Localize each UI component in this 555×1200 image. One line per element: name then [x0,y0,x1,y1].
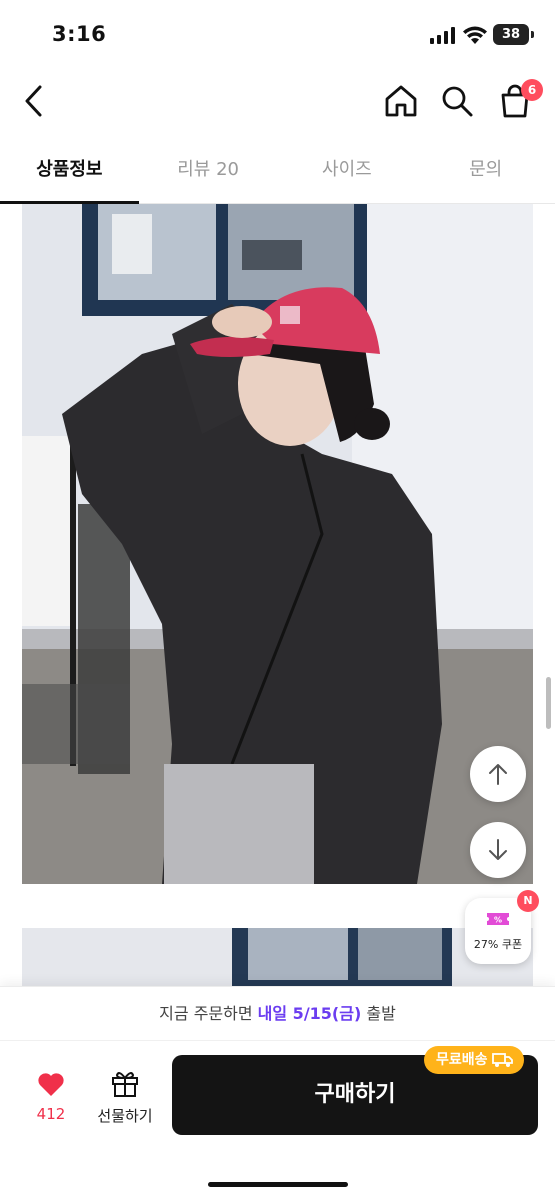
wifi-icon [463,26,487,44]
arrow-up-icon [489,764,507,785]
like-button[interactable]: 412 [20,1071,82,1131]
like-count: 412 [36,1105,66,1123]
product-photo [22,204,533,884]
free-shipping-badge: 무료배송 [424,1046,524,1074]
home-icon[interactable] [382,82,420,120]
gift-icon [112,1072,138,1097]
free-shipping-label: 무료배송 [436,1052,488,1068]
scroll-bottom-button[interactable] [470,822,526,878]
gift-label: 선물하기 [97,1107,153,1125]
shipping-date: 내일 5/15(금) [257,1004,362,1023]
tab-inquiry[interactable]: 문의 [416,142,555,203]
back-icon[interactable] [20,84,48,118]
tab-product-info[interactable]: 상품정보 [0,142,139,204]
svg-text:%: % [494,916,502,925]
coupon-button[interactable]: % 27% 쿠폰 N [465,890,539,964]
scroll-top-button[interactable] [470,746,526,802]
shipping-suffix: 출발 [361,1004,396,1023]
product-photo-next [22,928,533,986]
home-indicator [208,1182,348,1187]
tab-reviews[interactable]: 리뷰 20 [139,142,278,203]
battery-tip [531,31,534,38]
shipping-prefix: 지금 주문하면 [159,1004,258,1023]
arrow-down-icon [489,839,507,860]
heart-icon [38,1073,64,1096]
scroll-indicator[interactable] [546,677,551,729]
status-bar: 3:16 38 [0,0,555,70]
cart-count-badge: 6 [521,79,543,101]
coupon-icon: % [487,913,509,925]
search-icon[interactable] [438,82,476,120]
cellular-signal-icon [430,27,455,44]
product-tabs: 상품정보 리뷰 20 사이즈 문의 [0,142,555,204]
gift-button[interactable]: 선물하기 [92,1069,158,1133]
shipping-notice: 지금 주문하면 내일 5/15(금) 출발 [0,986,555,1040]
status-time: 3:16 [52,22,107,46]
battery-indicator: 38 [493,24,529,45]
bottom-action-bar: 412 선물하기 구매하기 무료배송 [0,1040,555,1200]
coupon-new-badge: N [517,890,539,912]
top-navigation: 6 [0,70,555,136]
truck-icon [491,1053,513,1067]
coupon-label: 27% 쿠폰 [473,938,523,951]
tab-size[interactable]: 사이즈 [278,142,417,203]
